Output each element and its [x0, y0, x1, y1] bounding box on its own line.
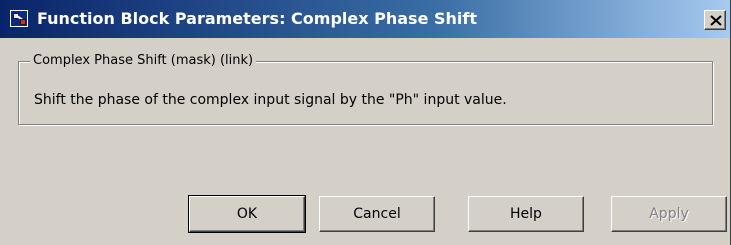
close-icon — [710, 15, 722, 26]
block-shape-icon — [20, 19, 26, 25]
title-bar[interactable]: Function Block Parameters: Complex Phase… — [0, 0, 730, 38]
cancel-button[interactable]: Cancel — [319, 196, 435, 232]
group-legend: Complex Phase Shift (mask) (link) — [30, 52, 257, 70]
window-title: Function Block Parameters: Complex Phase… — [37, 9, 477, 28]
apply-button[interactable]: Apply — [611, 196, 727, 232]
dialog-window: Function Block Parameters: Complex Phase… — [0, 0, 731, 245]
close-button[interactable] — [704, 10, 726, 30]
simulink-block-icon[interactable] — [10, 10, 28, 27]
ok-button[interactable]: OK — [188, 195, 306, 233]
block-description: Shift the phase of the complex input sig… — [34, 92, 507, 108]
help-button[interactable]: Help — [468, 196, 584, 232]
